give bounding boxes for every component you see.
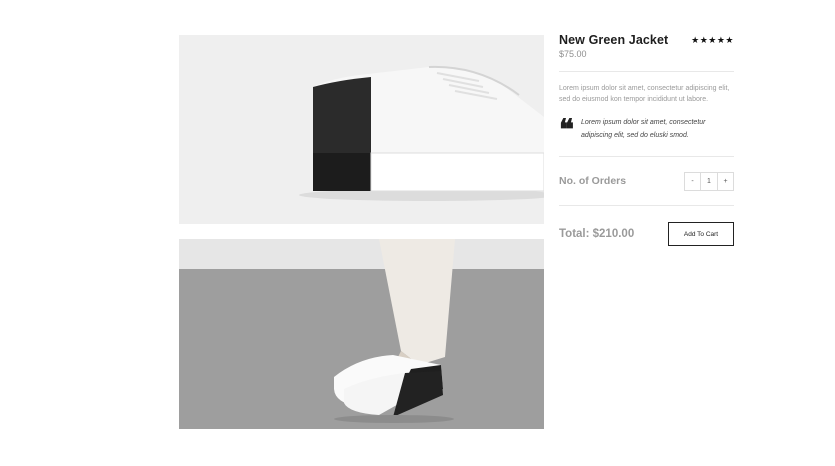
product-title: New Green Jacket (559, 33, 669, 47)
decrement-button[interactable]: - (685, 173, 700, 190)
product-quote: ❝ Lorem ipsum dolor sit amet, consectetu… (559, 113, 734, 146)
total-row: Total: $210.00 Add To Cart (559, 222, 734, 246)
quote-icon: ❝ (559, 113, 575, 146)
increment-button[interactable]: + (718, 173, 733, 190)
product-details: New Green Jacket ★★★★★ $75.00 Lorem ipsu… (559, 33, 734, 246)
product-image-main (179, 35, 544, 224)
quantity-stepper: - 1 + (684, 171, 734, 191)
rating-stars: ★★★★★ (691, 34, 734, 45)
orders-row: No. of Orders - 1 + (559, 157, 734, 205)
product-description: Lorem ipsum dolor sit amet, consectetur … (559, 85, 730, 103)
divider (559, 71, 734, 72)
order-total: Total: $210.00 (559, 228, 635, 240)
quantity-value[interactable]: 1 (700, 172, 718, 190)
product-image-secondary (179, 239, 544, 429)
quote-text: Lorem ipsum dolor sit amet, consectetur … (581, 119, 706, 139)
divider (559, 205, 734, 206)
add-to-cart-button[interactable]: Add To Cart (668, 222, 734, 246)
product-price: $75.00 (559, 49, 587, 59)
orders-label: No. of Orders (559, 175, 627, 187)
title-row: New Green Jacket ★★★★★ (559, 33, 734, 47)
